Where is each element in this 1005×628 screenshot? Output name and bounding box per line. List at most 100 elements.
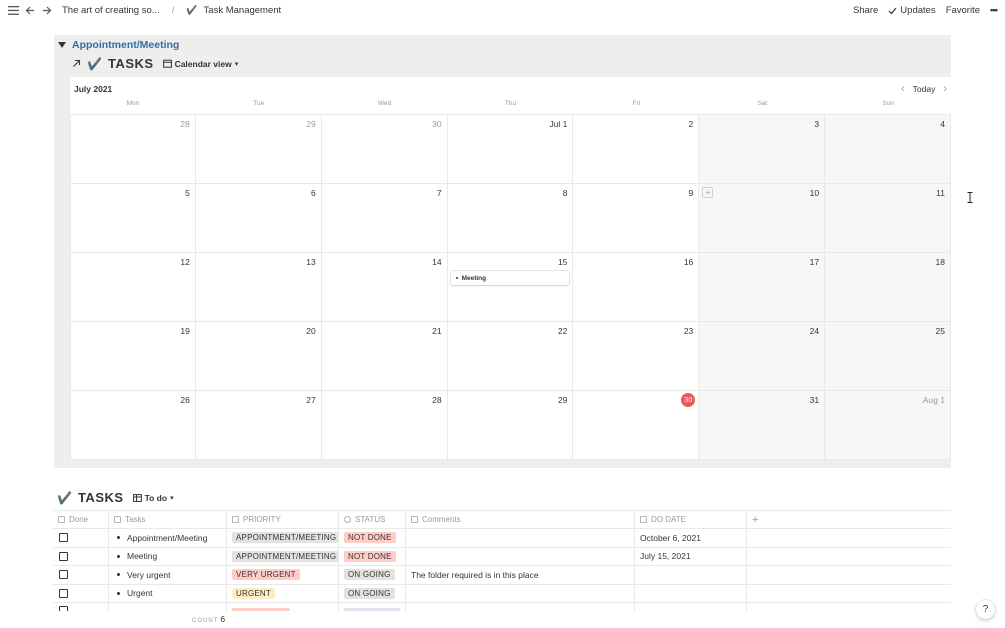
calendar-day-cell[interactable]: 6 xyxy=(195,184,322,253)
open-linked-db-icon[interactable] xyxy=(72,59,81,68)
table-row[interactable]: Meeting APPOINTMENT/MEETING NOT DONE July 1… xyxy=(53,547,951,566)
priority-cell[interactable]: APPOINTMENT/MEETING xyxy=(227,547,339,565)
column-header-status[interactable]: STATUS xyxy=(339,511,406,528)
calendar-day-cell[interactable]: 5 xyxy=(70,184,196,253)
table-db-title[interactable]: TASKS xyxy=(78,490,124,505)
help-button[interactable]: ? xyxy=(976,600,995,619)
share-button[interactable]: Share xyxy=(853,5,878,16)
priority-cell[interactable]: APPOINTMENT/MEETING xyxy=(227,529,339,547)
calendar-day-cell[interactable]: 9 xyxy=(573,184,700,253)
task-cell[interactable]: Appointment/Meeting xyxy=(109,529,227,547)
done-checkbox[interactable] xyxy=(59,551,68,561)
more-options-icon[interactable]: ••• xyxy=(990,5,998,16)
today-button[interactable]: Today xyxy=(913,84,936,94)
done-cell[interactable] xyxy=(53,584,109,602)
column-header-comments[interactable]: Comments xyxy=(406,511,635,528)
calendar-day-cell[interactable]: 10 + xyxy=(699,184,826,253)
calendar-day-cell[interactable]: 21 xyxy=(321,322,448,391)
comments-cell[interactable] xyxy=(406,529,635,547)
calendar-day-cell[interactable]: 26 xyxy=(70,391,196,460)
calendar-day-cell[interactable]: 13 xyxy=(195,253,322,322)
toggle-header[interactable]: Appointment/Meeting xyxy=(58,39,179,51)
done-cell[interactable] xyxy=(53,529,109,547)
do-date-cell[interactable] xyxy=(635,584,747,602)
priority-cell[interactable]: VERY URGENT xyxy=(227,566,339,584)
calendar-day-cell[interactable]: 27 xyxy=(195,391,322,460)
forward-arrow-icon[interactable] xyxy=(40,4,54,18)
column-header-do-date[interactable]: DO DATE xyxy=(635,511,747,528)
add-property-button[interactable]: + xyxy=(747,511,951,528)
table-row[interactable]: Urgent URGENT ON GOING xyxy=(53,584,951,603)
updates-button[interactable]: Updates xyxy=(888,5,936,16)
calendar-day-cell[interactable]: 15 Meeting xyxy=(447,253,574,322)
calendar-day-cell[interactable]: 24 xyxy=(699,322,826,391)
status-tag: NOT DONE xyxy=(344,532,396,544)
comments-cell[interactable] xyxy=(406,547,635,565)
calendar-day-cell[interactable]: 23 xyxy=(573,322,700,391)
chevron-right-icon[interactable]: › xyxy=(943,83,947,95)
done-checkbox[interactable] xyxy=(59,605,68,611)
calendar-day-cell[interactable]: 7 xyxy=(321,184,448,253)
calendar-day-cell[interactable]: 11 xyxy=(825,184,951,253)
favorite-button[interactable]: Favorite xyxy=(946,5,980,16)
do-date-cell[interactable]: October 6, 2021 xyxy=(635,529,747,547)
calendar-day-cell[interactable]: 28 xyxy=(70,115,196,184)
toggle-triangle-icon[interactable] xyxy=(58,42,66,48)
status-cell[interactable]: NOT DONE xyxy=(339,547,406,565)
column-header-tasks[interactable]: Tasks xyxy=(109,511,227,528)
calendar-day-cell[interactable]: 2 xyxy=(573,115,700,184)
task-cell[interactable]: Meeting xyxy=(109,547,227,565)
column-header-done[interactable]: Done xyxy=(53,511,109,528)
done-checkbox[interactable] xyxy=(59,533,68,543)
calendar-day-cell[interactable]: 8 xyxy=(447,184,574,253)
done-cell[interactable] xyxy=(53,566,109,584)
calendar-day-cell[interactable]: 3 xyxy=(699,115,826,184)
breadcrumb-parent[interactable]: The art of creating so... xyxy=(62,5,160,16)
calendar-day-cell[interactable]: 4 xyxy=(825,115,951,184)
comments-cell[interactable] xyxy=(406,584,635,602)
calendar-day-cell[interactable]: 30 xyxy=(573,391,700,460)
table-view-button[interactable]: To do ▾ xyxy=(132,493,174,503)
calendar-day-cell[interactable]: Jul 1 xyxy=(447,115,574,184)
priority-cell[interactable]: URGENT xyxy=(227,584,339,602)
calendar-day-cell[interactable]: 18 xyxy=(825,253,951,322)
calendar-day-cell[interactable]: 19 xyxy=(70,322,196,391)
task-cell[interactable]: Very urgent xyxy=(109,566,227,584)
calendar-day-cell[interactable]: 29 xyxy=(195,115,322,184)
toggle-title[interactable]: Appointment/Meeting xyxy=(72,39,179,51)
do-date-cell[interactable]: July 15, 2021 xyxy=(635,547,747,565)
calendar-day-cell[interactable]: 22 xyxy=(447,322,574,391)
breadcrumb-current[interactable]: Task Management xyxy=(204,5,282,16)
done-checkbox[interactable] xyxy=(59,570,68,580)
status-cell[interactable]: ON GOING xyxy=(339,566,406,584)
comments-cell[interactable]: The folder required is in this place xyxy=(406,566,635,584)
calendar-day-cell[interactable]: 17 xyxy=(699,253,826,322)
calendar-day-cell[interactable]: 14 xyxy=(321,253,448,322)
calendar-view-button[interactable]: Calendar view ▾ xyxy=(162,59,238,69)
table-row[interactable]: Appointment/Meeting APPOINTMENT/MEETING NO… xyxy=(53,529,951,548)
do-date-cell[interactable] xyxy=(635,566,747,584)
calendar-day-cell[interactable]: 12 xyxy=(70,253,196,322)
chevron-left-icon[interactable]: ‹ xyxy=(901,83,905,95)
back-arrow-icon[interactable] xyxy=(23,4,37,18)
calendar-db-title[interactable]: TASKS xyxy=(108,56,154,71)
calendar-day-cell[interactable]: Aug 1 xyxy=(825,391,951,460)
calendar-day-cell[interactable]: 30 xyxy=(321,115,448,184)
add-event-icon[interactable]: + xyxy=(702,187,714,198)
status-cell[interactable]: ON GOING xyxy=(339,584,406,602)
sidebar-menu-icon[interactable] xyxy=(6,4,20,18)
column-header-priority[interactable]: PRIORITY xyxy=(227,511,339,528)
task-cell[interactable]: Urgent xyxy=(109,584,227,602)
calendar-day-cell[interactable]: 25 xyxy=(825,322,951,391)
status-cell[interactable]: NOT DONE xyxy=(339,529,406,547)
done-cell[interactable] xyxy=(53,547,109,565)
calendar-day-cell[interactable]: 16 xyxy=(573,253,700,322)
calendar-day-cell[interactable]: 31 xyxy=(699,391,826,460)
calendar-day-cell[interactable]: 28 xyxy=(321,391,448,460)
day-number: 5 xyxy=(185,188,190,198)
done-checkbox[interactable] xyxy=(59,588,68,598)
calendar-day-cell[interactable]: 29 xyxy=(447,391,574,460)
calendar-day-cell[interactable]: 20 xyxy=(195,322,322,391)
calendar-event-card[interactable]: Meeting xyxy=(450,271,570,285)
table-row[interactable]: Very urgent VERY URGENT ON GOING The folder… xyxy=(53,566,951,585)
